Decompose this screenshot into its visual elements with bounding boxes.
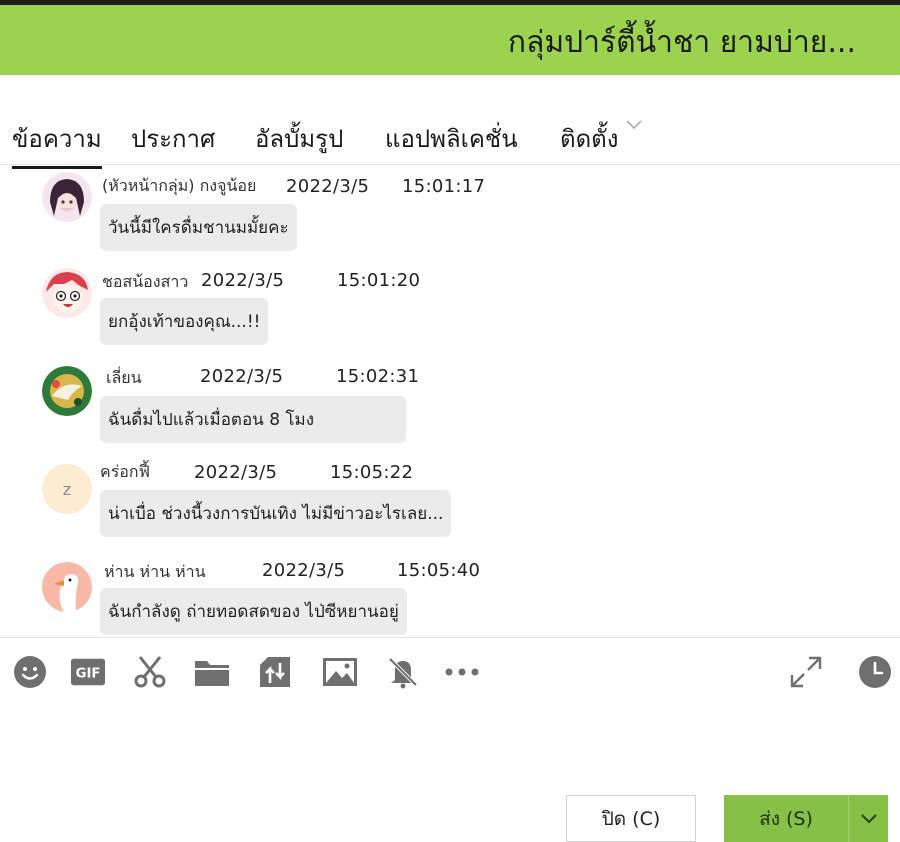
message-item: z คร่อกฟี้ 2022/3/5 15:05:22 น่าเบื่อ ช่… (0, 458, 900, 554)
message-bubble[interactable]: ยกอุ้งเท้าของคุณ...!! (100, 298, 269, 345)
message-input[interactable] (0, 703, 900, 793)
message-date: 2022/3/5 (262, 560, 346, 581)
emoji-icon[interactable] (12, 654, 48, 690)
file-transfer-icon[interactable] (257, 654, 293, 690)
sleeping-z-icon: z (42, 464, 92, 514)
avatar[interactable] (42, 268, 92, 318)
message-list[interactable]: (หัวหน้ากลุ่ม) กงจูน้อย 2022/3/5 15:01:1… (0, 166, 900, 636)
message-time: 15:05:22 (330, 462, 414, 483)
chat-title: กลุ่มปาร์ตี้น้ำชา ยามบ่าย... (507, 25, 856, 60)
close-button[interactable]: ปิด (C) (566, 795, 696, 842)
message-bubble[interactable]: น่าเบื่อ ช่วงนี้วงการบันเทิง ไม่มีข่าวอะ… (100, 490, 452, 537)
tab-bar: ข้อความ ประกาศ อัลบั้มรูป แอปพลิเคชั่น ต… (0, 75, 900, 169)
compose-toolbar: GIF (0, 637, 900, 703)
svg-text:z: z (63, 480, 71, 499)
character-avatar-icon (42, 366, 92, 416)
message-time: 15:01:17 (402, 176, 486, 197)
message-time: 15:05:40 (397, 560, 481, 581)
message-bubble[interactable]: ฉันกำลังดู ถ่ายทอดสดของ ไป่ซีหยานอยู่ (100, 588, 407, 635)
message-date: 2022/3/5 (200, 366, 284, 387)
message-item: ชอสน้องสาว 2022/3/5 15:01:20 ยกอุ้งเท้าข… (0, 262, 900, 358)
title-bar: กลุ่มปาร์ตี้น้ำชา ยามบ่าย... (0, 5, 900, 75)
tab-messages[interactable]: ข้อความ (12, 119, 102, 169)
message-item: ห่าน ห่าน ห่าน 2022/3/5 15:05:40 ฉันกำลั… (0, 558, 900, 636)
image-icon[interactable] (322, 654, 358, 690)
anime-girl-avatar-icon (42, 172, 92, 222)
chevron-down-icon[interactable] (624, 115, 644, 135)
expand-icon[interactable] (788, 654, 824, 690)
folder-icon[interactable] (194, 654, 230, 690)
message-item: เลี่ยน 2022/3/5 15:02:31 ฉันดื่มไปแล้วเม… (0, 362, 900, 458)
avatar[interactable] (42, 366, 92, 416)
history-clock-icon[interactable] (857, 654, 893, 690)
goose-avatar-icon (42, 562, 92, 612)
message-bubble[interactable]: ฉันดื่มไปแล้วเมื่อตอน 8 โมง (100, 396, 407, 443)
bell-off-icon[interactable] (385, 654, 421, 690)
sender-name: ห่าน ห่าน ห่าน (104, 562, 206, 581)
message-time: 15:01:20 (337, 270, 421, 291)
gif-icon[interactable]: GIF (70, 654, 106, 690)
avatar[interactable] (42, 172, 92, 222)
sender-name: เลี่ยน (106, 368, 142, 387)
tab-applications[interactable]: แอปพลิเคชั่น (385, 119, 518, 158)
tab-announcements[interactable]: ประกาศ (131, 119, 215, 158)
tab-photo-album[interactable]: อัลบั้มรูป (255, 119, 343, 158)
chevron-down-icon[interactable] (849, 795, 888, 842)
sender-name: ชอสน้องสาว (102, 272, 189, 291)
sender-name: (หัวหน้ากลุ่ม) กงจูน้อย (102, 176, 257, 195)
message-date: 2022/3/5 (194, 462, 278, 483)
message-time: 15:02:31 (336, 366, 420, 387)
avatar[interactable] (42, 562, 92, 612)
send-button[interactable]: ส่ง (S) (724, 795, 888, 842)
gif-label: GIF (76, 667, 101, 682)
message-date: 2022/3/5 (201, 270, 285, 291)
more-icon[interactable] (444, 654, 480, 690)
send-button-label: ส่ง (S) (759, 807, 813, 830)
message-date: 2022/3/5 (286, 176, 370, 197)
scissors-icon[interactable] (132, 654, 168, 690)
avatar[interactable]: z (42, 464, 92, 514)
message-item: (หัวหน้ากลุ่ม) กงจูน้อย 2022/3/5 15:01:1… (0, 166, 900, 262)
sender-name: คร่อกฟี้ (100, 462, 150, 481)
anime-girl-avatar-icon (42, 268, 92, 318)
tab-settings[interactable]: ติดตั้ง (560, 119, 618, 158)
message-bubble[interactable]: วันนี้มีใครดื่มชานมมั้ยคะ (100, 204, 297, 251)
